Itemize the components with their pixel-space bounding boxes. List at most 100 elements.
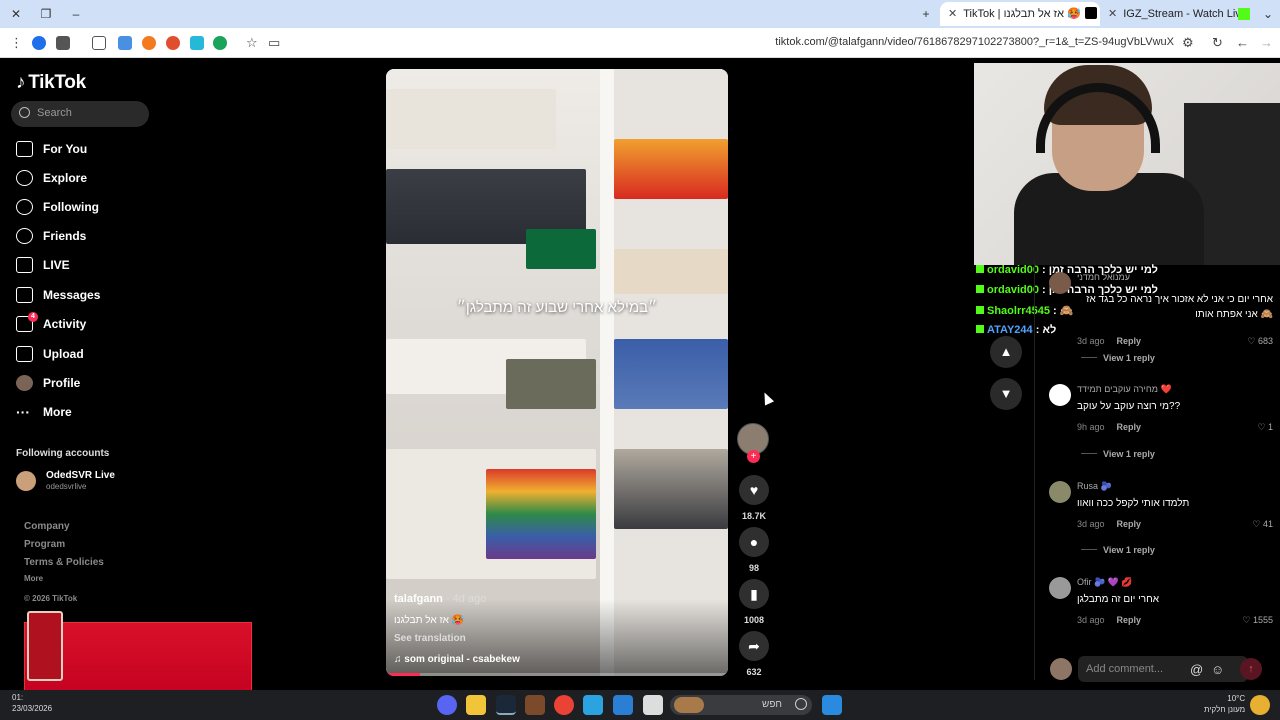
discord-icon[interactable] bbox=[437, 695, 457, 715]
footer-link-terms[interactable]: Terms & Policies bbox=[24, 557, 104, 568]
close-tab-icon[interactable]: ✕ bbox=[1108, 7, 1117, 20]
sidebar-item-upload[interactable]: Upload bbox=[16, 342, 84, 366]
search-icon bbox=[795, 698, 807, 710]
like-button[interactable]: ♥ bbox=[739, 475, 769, 505]
follow-plus-icon[interactable]: + bbox=[747, 450, 760, 463]
close-window-icon[interactable]: ✕ bbox=[8, 6, 24, 22]
cast-icon[interactable]: ▭ bbox=[268, 35, 280, 51]
reply-button[interactable]: Reply bbox=[1117, 519, 1142, 529]
bookmark-star-icon[interactable]: ☆ bbox=[246, 35, 258, 51]
weather-widget[interactable]: 10°C מעונן חלקית bbox=[1204, 693, 1245, 715]
share-button[interactable]: ➦ bbox=[739, 631, 769, 661]
comment-like-button[interactable]: ♡ 683 bbox=[1247, 336, 1273, 347]
sidebar-item-friends[interactable]: Friends bbox=[16, 224, 86, 248]
footer-link-program[interactable]: Program bbox=[24, 539, 65, 550]
chrome-icon[interactable] bbox=[554, 695, 574, 715]
video-player[interactable]: ״במילא אחרי שבוע זה מתבלגן״ talafgann · … bbox=[386, 69, 728, 676]
reply-button[interactable]: Reply bbox=[1117, 336, 1142, 346]
perfume-bottle-image bbox=[27, 611, 63, 681]
url-field[interactable]: tiktok.com/@talafgann/video/761867829710… bbox=[775, 36, 1174, 48]
add-comment-bar: Add comment... @ ☺ ↑ bbox=[1034, 652, 1280, 686]
tiktok-logo[interactable]: ♪ TikTok bbox=[16, 72, 86, 94]
comment-icon: ● bbox=[749, 534, 759, 550]
comment-button[interactable]: ● bbox=[739, 527, 769, 557]
avatar[interactable] bbox=[1049, 481, 1071, 503]
sidebar: ♪ TikTok Search For You Explore Following… bbox=[0, 58, 165, 690]
comment-like-button[interactable]: ♡ 41 bbox=[1252, 519, 1273, 530]
reload-icon[interactable]: ↻ bbox=[1212, 35, 1223, 51]
bookmark-icon: ▮ bbox=[750, 586, 758, 602]
extension-icon[interactable] bbox=[166, 36, 180, 50]
view-replies-button[interactable]: View 1 reply bbox=[1081, 353, 1155, 363]
video-author[interactable]: talafgann · 4d ago bbox=[394, 593, 486, 605]
minimize-window-icon[interactable]: – bbox=[68, 6, 84, 22]
sidebar-item-activity[interactable]: 4 Activity bbox=[16, 312, 86, 336]
extension-icon[interactable] bbox=[118, 36, 132, 50]
start-windows-icon[interactable] bbox=[822, 695, 842, 715]
reply-button[interactable]: Reply bbox=[1117, 615, 1142, 625]
footer-link-more[interactable]: More bbox=[24, 574, 43, 583]
video-description: אז אל תבלגנו 🥵 bbox=[394, 615, 465, 626]
arrow-up-icon: ↑ bbox=[1248, 663, 1254, 675]
save-button[interactable]: ▮ bbox=[739, 579, 769, 609]
comment-like-button[interactable]: ♡ 1555 bbox=[1242, 615, 1273, 626]
extension-icon[interactable] bbox=[32, 36, 46, 50]
restore-window-icon[interactable]: ❐ bbox=[38, 6, 54, 22]
see-translation-link[interactable]: See translation bbox=[394, 633, 466, 644]
footer-link-company[interactable]: Company bbox=[24, 521, 70, 532]
search-input[interactable]: Search bbox=[11, 101, 149, 127]
extensions-puzzle-icon[interactable] bbox=[92, 36, 106, 50]
extension-icon[interactable] bbox=[56, 36, 70, 50]
upload-icon bbox=[16, 346, 33, 362]
copyright: © 2026 TikTok bbox=[24, 594, 78, 603]
avatar[interactable] bbox=[1049, 384, 1071, 406]
sidebar-item-for-you[interactable]: For You bbox=[16, 137, 87, 161]
sidebar-item-messages[interactable]: Messages bbox=[16, 283, 100, 307]
browser-tab-bar: ✕ ❐ – + ✕ TikTok | אז אל תבלגנו 🥵 ✕ IGZ_St… bbox=[0, 0, 1280, 28]
share-icon: ➦ bbox=[748, 638, 760, 654]
new-tab-icon[interactable]: + bbox=[918, 6, 934, 22]
taskbar-clock[interactable]: 01: 23/03/2026 bbox=[12, 692, 52, 714]
sidebar-item-live[interactable]: LIVE bbox=[16, 253, 70, 277]
avatar[interactable] bbox=[1049, 577, 1071, 599]
forward-icon[interactable]: → bbox=[1260, 35, 1273, 50]
telegram-icon[interactable] bbox=[583, 695, 603, 715]
heart-icon: ♥ bbox=[749, 482, 759, 498]
activity-badge: 4 bbox=[28, 312, 38, 322]
view-replies-button[interactable]: View 1 reply bbox=[1081, 449, 1155, 459]
close-tab-icon[interactable]: ✕ bbox=[948, 7, 957, 20]
avatar[interactable] bbox=[1049, 272, 1071, 294]
steam-icon[interactable] bbox=[496, 695, 516, 715]
apps-grid-icon[interactable] bbox=[613, 695, 633, 715]
extension-icon[interactable] bbox=[190, 36, 204, 50]
save-count: 1008 bbox=[743, 615, 765, 625]
back-icon[interactable]: ← bbox=[1236, 35, 1249, 50]
extension-icon[interactable] bbox=[213, 36, 227, 50]
notepad-icon[interactable] bbox=[643, 695, 663, 715]
friends-icon bbox=[16, 228, 33, 244]
sidebar-item-more[interactable]: ··· More bbox=[16, 400, 72, 424]
tab-kick-stream[interactable]: ✕IGZ_Stream - Watch Live on Ki bbox=[1100, 2, 1250, 26]
following-accounts-title: Following accounts bbox=[16, 448, 110, 459]
video-progress-bar[interactable] bbox=[386, 673, 728, 676]
site-settings-icon[interactable]: ⚙ bbox=[1182, 35, 1194, 51]
video-sound[interactable]: ♫ som original - csabekew bbox=[394, 654, 520, 665]
post-comment-button[interactable]: ↑ bbox=[1240, 658, 1262, 680]
extension-icon[interactable] bbox=[142, 36, 156, 50]
tab-search-icon[interactable]: ⌄ bbox=[1260, 6, 1276, 22]
previous-video-button[interactable]: ▲ bbox=[990, 336, 1022, 368]
tab-tiktok[interactable]: ✕ TikTok | אז אל תבלגנו 🥵 bbox=[940, 2, 1100, 26]
comment-like-button[interactable]: ♡ 1 bbox=[1257, 422, 1273, 433]
next-video-button[interactable]: ▼ bbox=[990, 378, 1022, 410]
emoji-icon[interactable]: ☺ bbox=[1211, 662, 1224, 677]
menu-icon[interactable]: ⋮ bbox=[10, 35, 23, 51]
reply-button[interactable]: Reply bbox=[1117, 422, 1142, 432]
mention-icon[interactable]: @ bbox=[1190, 662, 1203, 677]
sidebar-item-explore[interactable]: Explore bbox=[16, 166, 87, 190]
more-icon: ··· bbox=[16, 404, 30, 420]
app-icon[interactable] bbox=[525, 695, 545, 715]
view-replies-button[interactable]: View 1 reply bbox=[1081, 545, 1155, 555]
file-explorer-icon[interactable] bbox=[466, 695, 486, 715]
sidebar-item-profile[interactable]: Profile bbox=[16, 371, 80, 395]
sidebar-item-following[interactable]: Following bbox=[16, 195, 99, 219]
